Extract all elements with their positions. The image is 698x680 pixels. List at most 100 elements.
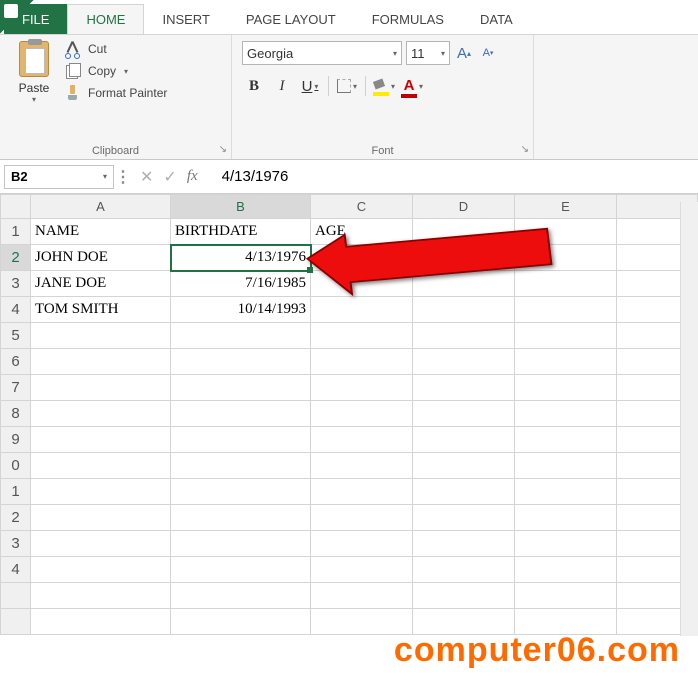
paste-icon <box>16 41 52 81</box>
cell-D1[interactable] <box>413 219 515 245</box>
cell-B2[interactable]: 4/13/1976 <box>171 245 311 271</box>
cell-E3[interactable] <box>515 271 617 297</box>
clipboard-launcher-icon[interactable]: ↘ <box>219 144 227 155</box>
worksheet: A B C D E 1 NAME BIRTHDATE AGE 2 JOHN DO… <box>0 194 698 635</box>
cell-A3[interactable]: JANE DOE <box>31 271 171 297</box>
cell-B4[interactable]: 10/14/1993 <box>171 297 311 323</box>
formula-input[interactable] <box>214 168 698 185</box>
font-launcher-icon[interactable]: ↘ <box>521 144 529 155</box>
paste-button[interactable]: Paste ▾ <box>10 41 58 104</box>
font-size-combo[interactable]: 11 ▾ <box>406 41 450 65</box>
table-row: 7 <box>1 375 698 401</box>
cut-button[interactable]: Cut <box>64 41 167 57</box>
cell-E4[interactable] <box>515 297 617 323</box>
row-header-12[interactable]: 2 <box>1 505 31 531</box>
tab-insert[interactable]: INSERT <box>144 4 227 34</box>
table-row: 1 <box>1 479 698 505</box>
cell-C4[interactable] <box>311 297 413 323</box>
scissors-icon <box>64 41 82 57</box>
font-color-icon: A <box>401 77 417 95</box>
row-header-7[interactable]: 7 <box>1 375 31 401</box>
cell-B1[interactable]: BIRTHDATE <box>171 219 311 245</box>
cell-C2[interactable] <box>311 245 413 271</box>
col-header-A[interactable]: A <box>31 195 171 219</box>
chevron-down-icon: ▾ <box>441 49 445 58</box>
table-row: 3 JANE DOE 7/16/1985 <box>1 271 698 297</box>
paste-dropdown-icon[interactable]: ▾ <box>10 95 58 104</box>
cell-D4[interactable] <box>413 297 515 323</box>
fill-color-button[interactable]: ▾ <box>372 75 396 97</box>
cell-B3[interactable]: 7/16/1985 <box>171 271 311 297</box>
col-header-B[interactable]: B <box>171 195 311 219</box>
font-size-value: 11 <box>411 46 425 61</box>
decrease-font-button[interactable]: A▾ <box>478 41 498 65</box>
row-header-13[interactable]: 3 <box>1 531 31 557</box>
table-row: 1 NAME BIRTHDATE AGE <box>1 219 698 245</box>
enter-formula-button[interactable]: ✓ <box>163 167 176 187</box>
row-header-8[interactable]: 8 <box>1 401 31 427</box>
increase-font-button[interactable]: A▴ <box>454 41 474 65</box>
copy-label: Copy <box>88 64 116 78</box>
chevron-down-icon[interactable]: ▾ <box>97 172 113 181</box>
underline-button[interactable]: U▾ <box>298 75 322 97</box>
row-header-2[interactable]: 2 <box>1 245 31 271</box>
tab-page-layout[interactable]: PAGE LAYOUT <box>228 4 354 34</box>
formula-bar-row: ▾ ⋮ ✕ ✓ fx <box>0 160 698 194</box>
row-header-9[interactable]: 9 <box>1 427 31 453</box>
paint-bucket-icon <box>373 79 389 93</box>
cell-A4[interactable]: TOM SMITH <box>31 297 171 323</box>
table-row: 4 TOM SMITH 10/14/1993 <box>1 297 698 323</box>
row-header-3[interactable]: 3 <box>1 271 31 297</box>
cancel-formula-button[interactable]: ✕ <box>140 167 153 187</box>
watermark: computer06.com <box>394 631 680 670</box>
cell-E2[interactable] <box>515 245 617 271</box>
chevron-down-icon: ▾ <box>391 82 395 91</box>
tab-formulas[interactable]: FORMULAS <box>354 4 462 34</box>
name-box[interactable]: ▾ <box>4 165 114 189</box>
borders-button[interactable]: ▾ <box>335 75 359 97</box>
row-header-6[interactable]: 6 <box>1 349 31 375</box>
tab-data[interactable]: DATA <box>462 4 531 34</box>
row-header-10[interactable]: 0 <box>1 453 31 479</box>
copy-button[interactable]: Copy ▾ <box>64 63 167 79</box>
paste-label: Paste <box>10 81 58 95</box>
cell-A1[interactable]: NAME <box>31 219 171 245</box>
font-color-button[interactable]: A▾ <box>400 75 424 97</box>
row-header-11[interactable]: 1 <box>1 479 31 505</box>
cell-D3[interactable] <box>413 271 515 297</box>
col-header-C[interactable]: C <box>311 195 413 219</box>
cell-A2[interactable]: JOHN DOE <box>31 245 171 271</box>
vertical-scrollbar[interactable] <box>680 202 698 636</box>
grid[interactable]: A B C D E 1 NAME BIRTHDATE AGE 2 JOHN DO… <box>0 194 698 635</box>
cell-C3[interactable] <box>311 271 413 297</box>
select-all-corner[interactable] <box>1 195 31 219</box>
grip-icon: ⋮ <box>114 167 132 187</box>
separator <box>328 76 329 96</box>
row-header-5[interactable]: 5 <box>1 323 31 349</box>
clipboard-group-label: Clipboard <box>10 143 221 157</box>
bold-button[interactable]: B <box>242 75 266 97</box>
border-icon <box>337 79 351 93</box>
table-row: 5 <box>1 323 698 349</box>
cell-D2[interactable] <box>413 245 515 271</box>
row-header-14[interactable]: 4 <box>1 557 31 583</box>
col-header-E[interactable]: E <box>515 195 617 219</box>
font-name-combo[interactable]: Georgia ▾ <box>242 41 402 65</box>
quick-access-corner <box>0 0 34 34</box>
table-row: 2 JOHN DOE 4/13/1976 <box>1 245 698 271</box>
cell-E1[interactable] <box>515 219 617 245</box>
name-box-input[interactable] <box>5 169 77 184</box>
table-row: 4 <box>1 557 698 583</box>
copy-dropdown-icon[interactable]: ▾ <box>124 67 128 76</box>
row-header-4[interactable]: 4 <box>1 297 31 323</box>
table-row <box>1 583 698 609</box>
format-painter-button[interactable]: Format Painter <box>64 85 167 101</box>
table-row: 9 <box>1 427 698 453</box>
tab-home[interactable]: HOME <box>67 4 144 34</box>
group-clipboard: Paste ▾ Cut Copy ▾ Format Painter C <box>0 35 232 159</box>
col-header-D[interactable]: D <box>413 195 515 219</box>
fx-label[interactable]: fx <box>187 168 198 185</box>
row-header-1[interactable]: 1 <box>1 219 31 245</box>
italic-button[interactable]: I <box>270 75 294 97</box>
cell-C1[interactable]: AGE <box>311 219 413 245</box>
